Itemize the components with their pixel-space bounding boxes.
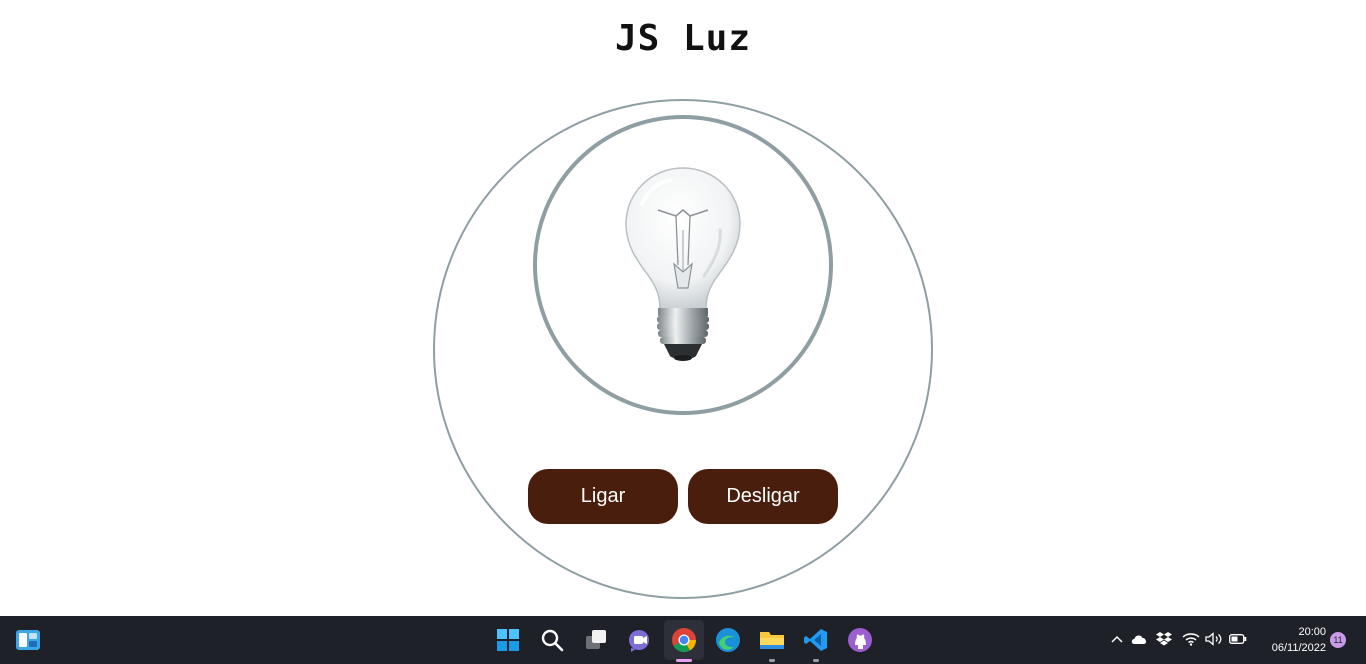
- turn-off-button[interactable]: Desligar: [688, 469, 838, 524]
- task-view-icon[interactable]: [582, 626, 610, 654]
- volume-icon[interactable]: [1205, 630, 1223, 648]
- battery-icon[interactable]: [1229, 630, 1247, 648]
- search-icon[interactable]: [538, 626, 566, 654]
- clock-date: 06/11/2022: [1271, 642, 1326, 654]
- chrome-running-indicator: [676, 659, 692, 662]
- file-explorer-icon[interactable]: [758, 626, 786, 654]
- teams-chat-icon[interactable]: [626, 626, 654, 654]
- chevron-up-icon[interactable]: [1108, 630, 1126, 648]
- start-icon[interactable]: [494, 626, 522, 654]
- onedrive-icon[interactable]: [1130, 630, 1148, 648]
- system-clock[interactable]: 20:00 06/11/2022: [1256, 624, 1326, 656]
- wifi-icon[interactable]: [1182, 630, 1200, 648]
- widgets-icon[interactable]: [14, 626, 42, 654]
- turn-on-button[interactable]: Ligar: [528, 469, 678, 524]
- dropbox-icon[interactable]: [1155, 630, 1173, 648]
- page-title: JS Luz: [614, 18, 752, 59]
- chrome-icon[interactable]: [670, 626, 698, 654]
- light-bulb-icon: [625, 167, 741, 361]
- vscode-icon[interactable]: [802, 626, 830, 654]
- clock-time: 20:00: [1298, 626, 1326, 638]
- vscode-running-indicator: [813, 659, 819, 662]
- file-explorer-running-indicator: [769, 659, 775, 662]
- notification-badge[interactable]: 11: [1330, 632, 1346, 648]
- github-desktop-icon[interactable]: [846, 626, 874, 654]
- edge-icon[interactable]: [714, 626, 742, 654]
